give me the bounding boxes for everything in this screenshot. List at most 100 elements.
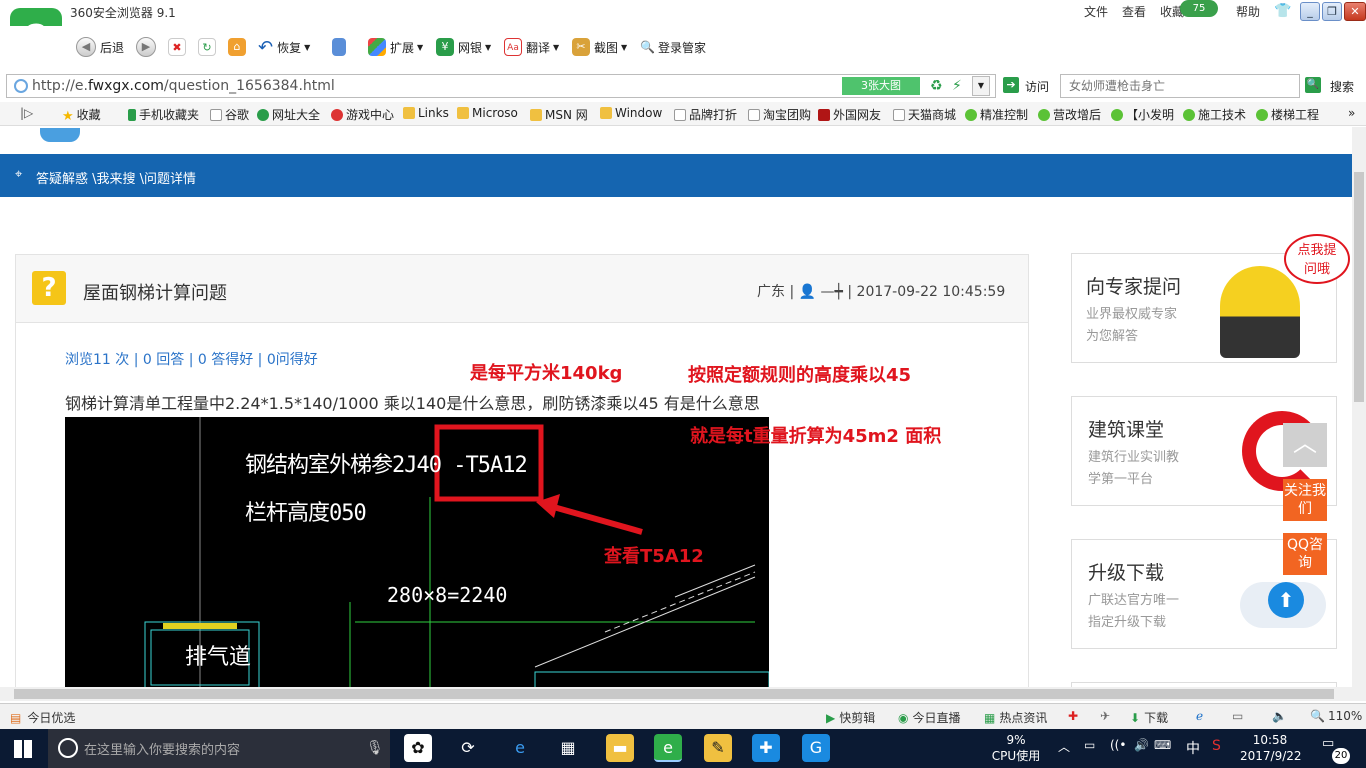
ime-indicator[interactable]: 中 <box>1186 738 1200 758</box>
back-to-top-icon[interactable]: ︿ <box>1283 423 1327 467</box>
taskbar-search[interactable]: 在这里输入你要搜索的内容 <box>48 729 390 768</box>
notes-icon[interactable]: ✎ <box>704 734 732 762</box>
ie-icon[interactable]: ℯ <box>1196 709 1203 723</box>
forward-button[interactable]: ▶ <box>136 36 156 58</box>
fav-item-collect[interactable]: ★ 收藏 <box>62 106 101 124</box>
horizontal-scrollbar[interactable] <box>0 687 1366 701</box>
menu-view[interactable]: 查看 <box>1122 3 1146 20</box>
download-button[interactable]: ⬇ 下载 <box>1130 709 1168 726</box>
fav-item-taobao[interactable]: 淘宝团购 <box>748 106 811 123</box>
fav-item-brand[interactable]: 品牌打折 <box>674 106 737 123</box>
url-text[interactable]: http://e.fwxgx.com/question_1656384.html <box>32 78 335 94</box>
stop-button[interactable]: ✖ <box>168 36 190 58</box>
visit-button[interactable]: 访问 <box>1025 78 1049 95</box>
search-input[interactable] <box>1060 74 1300 98</box>
edge-icon[interactable]: e <box>506 734 534 762</box>
qq-consult-button[interactable]: QQ咨询 <box>1283 533 1327 575</box>
fav-item-links[interactable]: Links <box>403 106 449 120</box>
minimize-button[interactable]: _ <box>1300 2 1320 21</box>
microphone-icon[interactable]: 🎙 <box>366 740 384 756</box>
menu-file[interactable]: 文件 <box>1084 3 1108 20</box>
browser-360-icon[interactable]: e <box>654 734 682 762</box>
fav-item-tmall[interactable]: 天猫商城 <box>893 106 956 123</box>
notification-center-icon[interactable]: ▭ <box>1322 736 1334 751</box>
taskview-icon[interactable]: ✿ <box>404 734 432 762</box>
start-windows-icon[interactable] <box>14 740 32 758</box>
pin-icon[interactable]: ✈ <box>1100 709 1110 723</box>
volume-icon[interactable]: 🔈 <box>1272 709 1287 723</box>
today-live[interactable]: ◉ 今日直播 <box>898 709 961 726</box>
go-arrow-icon[interactable]: ➔ <box>1003 77 1019 93</box>
wechat-icon <box>1038 108 1050 121</box>
notification-badge[interactable]: 75 <box>1180 0 1218 17</box>
screenshot-button[interactable]: ✂ 截图 ▼ <box>572 36 627 58</box>
app-icon-1[interactable]: ⟳ <box>454 734 482 762</box>
skin-icon[interactable]: 👕 <box>1274 3 1291 19</box>
play-icon: ▶ <box>826 710 836 725</box>
hscroll-thumb[interactable] <box>14 689 1334 699</box>
fav-item-construction[interactable]: 施工技术 <box>1183 106 1246 123</box>
forward-arrow-icon: ▶ <box>136 37 156 57</box>
health-icon[interactable]: ✚ <box>1068 709 1078 723</box>
maximize-button[interactable]: ❐ <box>1322 2 1342 21</box>
back-button[interactable]: ◀ 后退 <box>76 36 124 58</box>
sidebar-toggle-icon[interactable]: |▷ <box>20 106 33 120</box>
scroll-thumb[interactable] <box>1354 172 1364 402</box>
menu-help[interactable]: 帮助 <box>1236 3 1260 20</box>
translate-button[interactable]: Aa 翻译 ▼ <box>504 36 559 58</box>
explorer-icon[interactable]: ▬ <box>606 734 634 762</box>
fav-item-microsoft[interactable]: Microso <box>457 106 518 120</box>
login-manager-button[interactable]: 🔍 登录管家 <box>640 36 706 58</box>
restore-button[interactable]: ↶ 恢复 ▼ <box>258 36 310 58</box>
refresh-button[interactable]: ↻ <box>198 36 220 58</box>
home-button[interactable]: ⌂ <box>228 36 250 58</box>
fav-item-games[interactable]: 游戏中心 <box>331 106 394 123</box>
hot-news[interactable]: ▦ 热点资讯 <box>984 709 1047 726</box>
zoom-level[interactable]: 🔍 110% <box>1310 709 1362 723</box>
large-images-button[interactable]: 3张大图 <box>842 77 920 95</box>
follow-us-button[interactable]: 关注我们 <box>1283 479 1327 521</box>
breadcrumb[interactable]: 答疑解惑 \我来搜 \问题详情 <box>36 168 196 187</box>
fav-item-msn[interactable]: MSN 网 <box>530 106 588 123</box>
fav-item-navsite[interactable]: 网址大全 <box>257 106 320 123</box>
battery-icon[interactable]: ▭ <box>1084 738 1095 752</box>
app-g-icon[interactable]: G <box>802 734 830 762</box>
search-icon[interactable]: 🔍 <box>1305 77 1321 93</box>
bank-button[interactable]: ¥ 网银 ▼ <box>436 36 491 58</box>
fav-item-google[interactable]: 谷歌 <box>210 106 249 123</box>
clock[interactable]: 10:58 2017/9/22 <box>1240 732 1302 764</box>
cpu-usage[interactable]: 9% CPU使用 <box>990 732 1042 764</box>
fav-item-windows[interactable]: Window <box>600 106 662 120</box>
cortana-icon[interactable] <box>58 738 78 758</box>
vertical-scrollbar[interactable] <box>1352 127 1366 687</box>
fav-item-invention[interactable]: 【小发明 <box>1111 106 1174 123</box>
fav-item-vat[interactable]: 营改增后 <box>1038 106 1101 123</box>
fav-item-foreign[interactable]: 外国网友 <box>818 106 881 123</box>
refresh-icon: ↻ <box>198 38 216 56</box>
fav-item-precise[interactable]: 精准控制 <box>965 106 1028 123</box>
tray-chevron-icon[interactable]: ︿ <box>1058 738 1070 755</box>
sogou-icon[interactable]: S <box>1212 738 1221 754</box>
folder-icon <box>457 107 469 119</box>
app-plus-icon[interactable]: ✚ <box>752 734 780 762</box>
close-button[interactable]: ✕ <box>1344 2 1366 21</box>
ask-bubble[interactable]: 点我提问哦 <box>1284 234 1350 284</box>
keyboard-icon[interactable]: ⌨ <box>1154 738 1171 752</box>
quick-edit[interactable]: ▶ 快剪辑 <box>826 709 875 726</box>
extend-button[interactable]: 扩展 ▼ <box>368 36 423 58</box>
fav-item-stairs[interactable]: 楼梯工程 <box>1256 106 1319 123</box>
today-picks[interactable]: ▤ 今日优选 <box>10 709 75 726</box>
search-button[interactable]: 搜索 <box>1330 78 1354 95</box>
wifi-icon[interactable]: ((• <box>1110 738 1126 752</box>
address-dropdown-button[interactable]: ▼ <box>972 76 990 96</box>
recycle-icon[interactable]: ♻ <box>930 78 943 94</box>
store-icon[interactable]: ▦ <box>554 734 582 762</box>
question-stats[interactable]: 浏览11 次 | 0 回答 | 0 答得好 | 0问得好 <box>65 349 318 369</box>
fav-item-mobile[interactable]: 手机收藏夹 <box>128 106 199 123</box>
window-icon[interactable]: ▭ <box>1232 709 1243 723</box>
more-favorites-icon[interactable]: » <box>1348 106 1355 120</box>
folder-icon <box>530 108 542 121</box>
mobile-button[interactable] <box>332 36 350 58</box>
speaker-icon[interactable]: 🔊 <box>1134 738 1149 752</box>
lightning-icon[interactable]: ⚡ <box>952 78 962 94</box>
